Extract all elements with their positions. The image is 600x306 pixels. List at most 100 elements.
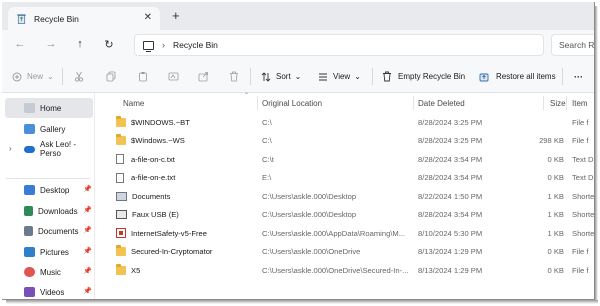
delete-icon[interactable] xyxy=(229,71,239,82)
file-name: InternetSafety-v5-Free xyxy=(131,228,207,238)
restore-all-button[interactable]: Restore all items xyxy=(479,60,556,93)
size-cell xyxy=(536,113,564,131)
toolbar-divider xyxy=(562,68,563,85)
sidebar-item-pictures[interactable]: Pictures 📌 xyxy=(2,242,95,262)
forward-button[interactable]: → xyxy=(43,36,59,52)
column-resizer[interactable] xyxy=(543,96,544,110)
item-type-cell: Shorte xyxy=(572,210,595,219)
music-icon xyxy=(24,267,35,277)
recycle-bin-icon xyxy=(17,14,26,24)
table-row[interactable]: Documents C:\Users\askle.000\Desktop 8/22/… xyxy=(96,187,595,205)
size-cell: 0 KB xyxy=(547,154,564,164)
new-button[interactable]: New ⌄ xyxy=(12,60,54,93)
column-resizer[interactable] xyxy=(566,96,567,110)
file-name-cell: X5 xyxy=(116,261,256,279)
original-location-cell: C:\Users\askle.000\Desktop xyxy=(262,210,357,219)
original-location-cell: C:\ xyxy=(262,136,272,145)
view-button[interactable]: View ⌄ xyxy=(318,60,361,93)
sidebar-item-documents[interactable]: Documents 📌 xyxy=(2,221,95,241)
item-type-cell: File f xyxy=(572,117,589,127)
empty-recycle-bin-label: Empty Recycle Bin xyxy=(398,72,466,81)
back-button[interactable]: ← xyxy=(12,36,28,52)
item-type-cell: File f xyxy=(572,265,589,275)
file-name-cell: InternetSafety-v5-Free xyxy=(116,224,256,242)
table-row[interactable]: a-file-on-c.txt C:\t 8/28/2024 3:54 PM 0 KB… xyxy=(96,150,594,168)
table-row[interactable]: Faux USB (E) C:\Users\askle.000\Desktop 8/… xyxy=(96,206,595,224)
new-tab-button[interactable]: + xyxy=(172,8,180,23)
up-button[interactable]: ↑ xyxy=(72,36,88,52)
lnk-icon xyxy=(116,191,127,201)
sort-button[interactable]: Sort ⌄ xyxy=(261,60,301,93)
breadcrumb-chevron-icon[interactable]: › xyxy=(162,40,165,50)
documents-icon xyxy=(24,226,33,236)
sidebar-item-label: Documents xyxy=(38,226,79,236)
table-row[interactable]: X5 C:\Users\askle.000\OneDrive\Secured-In… xyxy=(96,261,594,279)
column-header-name[interactable]: Name xyxy=(123,93,144,113)
new-icon xyxy=(12,72,22,81)
search-input[interactable]: Search R xyxy=(551,34,594,56)
item-type-cell: File f xyxy=(572,136,589,145)
tab-title: Recycle Bin xyxy=(34,13,79,24)
refresh-button[interactable]: ↻ xyxy=(101,36,117,52)
sidebar-item-downloads[interactable]: Downloads 📌 xyxy=(2,201,95,221)
pictures-icon xyxy=(24,247,35,257)
sort-label: Sort xyxy=(276,72,291,81)
sidebar-item-videos[interactable]: Videos 📌 xyxy=(2,282,95,299)
empty-recycle-bin-button[interactable]: Empty Recycle Bin xyxy=(382,60,465,93)
toolbar-divider xyxy=(62,68,63,85)
expand-chevron-icon[interactable]: › xyxy=(9,144,12,153)
pin-icon[interactable]: 📌 xyxy=(83,247,92,255)
column-header-date-deleted[interactable]: Date Deleted xyxy=(418,93,465,113)
item-type-cell: Shorte xyxy=(572,191,595,201)
sidebar-item-desktop[interactable]: Desktop 📌 xyxy=(2,180,95,200)
breadcrumb-recycle-bin[interactable]: Recycle Bin xyxy=(173,40,218,50)
pin-icon[interactable]: 📌 xyxy=(83,226,92,234)
date-deleted-cell: 8/13/2024 1:29 PM xyxy=(418,247,483,256)
navigation-pane: Home Gallery › Ask Leo! - Perso Desktop … xyxy=(2,93,95,299)
column-header-item-type[interactable]: Item xyxy=(572,93,588,113)
column-resizer[interactable] xyxy=(257,96,258,110)
file-explorer-window: Recycle Bin ✕ + ← → ↑ ↻ › Recycle Bin Se… xyxy=(2,2,595,300)
tab-recycle-bin[interactable]: Recycle Bin ✕ xyxy=(8,7,160,30)
table-row[interactable]: $WINDOWS.~BT C:\ 8/28/2024 3:25 PM File f xyxy=(96,113,594,131)
folder-icon xyxy=(116,263,126,275)
original-location-cell: C:\ xyxy=(262,117,272,127)
sidebar-item-music[interactable]: Music 📌 xyxy=(2,262,95,282)
window-shadow xyxy=(6,300,598,304)
table-row[interactable]: InternetSafety-v5-Free C:\Users\askle.000… xyxy=(96,224,594,242)
sidebar-divider xyxy=(6,178,90,179)
file-list: ⌃ Name Original Location Date Deleted Si… xyxy=(96,93,595,299)
column-header-original-location[interactable]: Original Location xyxy=(262,93,322,113)
original-location-cell: C:\Users\askle.000\OneDrive xyxy=(262,247,361,256)
address-bar[interactable]: › Recycle Bin xyxy=(134,34,544,56)
cut-icon[interactable] xyxy=(74,71,84,82)
pin-icon[interactable]: 📌 xyxy=(83,185,92,193)
command-bar: New ⌄ Sort ⌄ View ⌄ Empty Recycle Bin Re… xyxy=(2,60,594,93)
share-icon[interactable] xyxy=(198,71,209,82)
file-name-cell: $Windows.~WS xyxy=(116,132,256,150)
column-resizer[interactable] xyxy=(413,96,414,110)
table-row[interactable]: $Windows.~WS C:\ 8/28/2024 3:25 PM 298 KB Fi… xyxy=(96,132,594,150)
downloads-icon xyxy=(24,206,33,216)
date-deleted-cell: 8/28/2024 3:54 PM xyxy=(418,154,483,164)
chevron-down-icon: ⌄ xyxy=(354,72,361,81)
exe-icon xyxy=(116,228,126,238)
folder-icon xyxy=(116,115,126,127)
file-name-cell: $WINDOWS.~BT xyxy=(116,113,256,131)
paste-icon[interactable] xyxy=(138,71,148,82)
sidebar-item-gallery[interactable]: Gallery xyxy=(2,119,95,139)
rename-icon[interactable] xyxy=(168,71,179,82)
more-options-button[interactable]: ··· xyxy=(574,60,583,93)
table-row[interactable]: Secured-In-Cryptomator C:\Users\askle.000… xyxy=(96,243,594,261)
pin-icon[interactable]: 📌 xyxy=(83,287,92,295)
sidebar-item-home[interactable]: Home xyxy=(5,98,93,118)
copy-icon[interactable] xyxy=(106,71,116,82)
original-location-cell: C:\Users\askle.000\Desktop xyxy=(262,191,357,201)
sidebar-item-onedrive[interactable]: › Ask Leo! - Perso xyxy=(2,139,95,159)
close-tab-icon[interactable]: ✕ xyxy=(144,12,152,23)
pin-icon[interactable]: 📌 xyxy=(83,206,92,214)
pin-icon[interactable]: 📌 xyxy=(83,267,92,275)
table-row[interactable]: a-file-on-e.txt E:\ 8/28/2024 3:54 PM 0 KB T… xyxy=(96,169,594,187)
column-header-size[interactable]: Size xyxy=(550,93,566,113)
sidebar-item-label: Ask Leo! - Perso xyxy=(40,140,77,158)
